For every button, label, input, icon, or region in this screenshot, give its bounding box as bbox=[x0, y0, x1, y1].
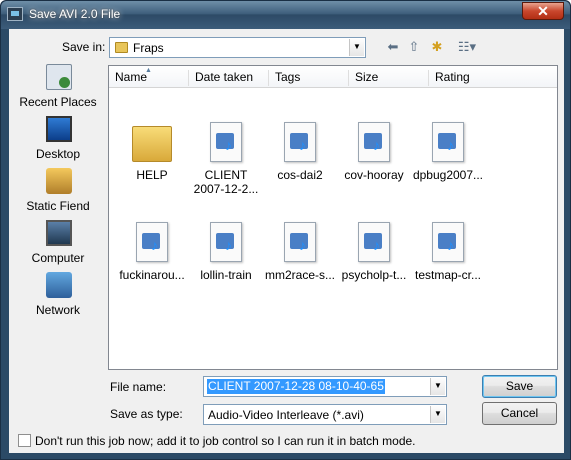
list-item[interactable]: dpbug2007... bbox=[410, 122, 486, 194]
back-button[interactable]: ⬅ bbox=[383, 38, 403, 56]
item-name: HELP bbox=[136, 168, 168, 182]
item-name: testmap-cr... bbox=[414, 268, 482, 282]
video-file-icon bbox=[432, 122, 464, 162]
item-name: cos-dai2 bbox=[277, 168, 323, 182]
video-file-icon bbox=[284, 122, 316, 162]
save-in-value: Fraps bbox=[133, 41, 164, 55]
item-name: psycholp-t... bbox=[341, 268, 407, 282]
batch-mode-checkbox[interactable] bbox=[18, 434, 31, 447]
save-type-label: Save as type: bbox=[110, 407, 183, 421]
dialog-body: Save in: Fraps ▼ ⬅ ⇧ ✱ ☷▾ Recent Places … bbox=[9, 29, 564, 453]
column-name[interactable]: Name ▲ bbox=[109, 67, 189, 86]
list-item[interactable]: HELP bbox=[114, 122, 190, 194]
computer-icon bbox=[46, 220, 72, 246]
list-item[interactable]: fuckinarou... bbox=[114, 222, 190, 294]
user-folder-icon bbox=[46, 168, 72, 194]
place-recent-places[interactable]: Recent Places bbox=[13, 62, 103, 114]
save-type-value: Audio-Video Interleave (*.avi) bbox=[208, 408, 364, 422]
video-file-icon bbox=[432, 222, 464, 262]
item-name: lollin-train bbox=[200, 268, 252, 282]
place-label: Desktop bbox=[35, 147, 81, 161]
folder-icon bbox=[132, 126, 172, 162]
place-desktop[interactable]: Desktop bbox=[13, 114, 103, 166]
file-name-label: File name: bbox=[110, 380, 167, 394]
list-item[interactable]: psycholp-t... bbox=[336, 222, 412, 294]
column-tags[interactable]: Tags bbox=[269, 70, 349, 86]
save-in-label: Save in: bbox=[62, 40, 106, 54]
file-name-value[interactable]: CLIENT 2007-12-28 08-10-40-65 bbox=[207, 379, 385, 394]
save-button[interactable]: Save bbox=[482, 375, 557, 398]
column-header: Name ▲ Date taken Tags Size Rating bbox=[109, 66, 557, 88]
chevron-down-icon[interactable]: ▼ bbox=[430, 378, 445, 395]
places-bar: Recent Places Desktop Static Fiend Compu… bbox=[13, 62, 103, 367]
list-item[interactable]: mm2race-s... bbox=[262, 222, 338, 294]
item-name: mm2race-s... bbox=[264, 268, 335, 282]
list-item[interactable]: cov-hooray bbox=[336, 122, 412, 194]
video-file-icon bbox=[210, 122, 242, 162]
place-label: Static Fiend bbox=[26, 199, 90, 213]
place-network[interactable]: Network bbox=[13, 270, 103, 322]
window-title: Save AVI 2.0 File bbox=[29, 7, 121, 21]
views-menu-button[interactable]: ☷▾ bbox=[452, 38, 482, 56]
desktop-icon bbox=[46, 116, 72, 142]
list-item[interactable]: CLIENT 2007-12-2... bbox=[188, 122, 264, 196]
save-dialog: Save AVI 2.0 File ✕ Save in: Fraps ▼ ⬅ ⇧… bbox=[0, 0, 571, 460]
save-in-combo[interactable]: Fraps ▼ bbox=[109, 37, 366, 58]
up-folder-button[interactable]: ⇧ bbox=[404, 38, 424, 56]
video-file-icon bbox=[136, 222, 168, 262]
column-rating[interactable]: Rating bbox=[429, 70, 509, 86]
column-size[interactable]: Size bbox=[349, 70, 429, 86]
video-file-icon bbox=[358, 222, 390, 262]
column-date-taken[interactable]: Date taken bbox=[189, 70, 269, 86]
cancel-button[interactable]: Cancel bbox=[482, 402, 557, 425]
place-user[interactable]: Static Fiend bbox=[13, 166, 103, 218]
network-icon bbox=[46, 272, 72, 298]
place-label: Recent Places bbox=[19, 95, 97, 109]
folder-icon bbox=[115, 42, 128, 53]
place-label: Network bbox=[35, 303, 80, 317]
title-bar[interactable]: Save AVI 2.0 File ✕ bbox=[1, 1, 570, 29]
close-button[interactable]: ✕ bbox=[522, 2, 564, 20]
video-file-icon bbox=[210, 222, 242, 262]
place-label: Computer bbox=[31, 251, 85, 265]
item-name: cov-hooray bbox=[344, 168, 404, 182]
file-list[interactable]: Name ▲ Date taken Tags Size Rating HELP … bbox=[108, 65, 558, 370]
list-item[interactable]: testmap-cr... bbox=[410, 222, 486, 294]
item-name: fuckinarou... bbox=[119, 268, 185, 282]
list-item[interactable]: cos-dai2 bbox=[262, 122, 338, 194]
app-icon bbox=[7, 7, 23, 21]
list-item[interactable]: lollin-train bbox=[188, 222, 264, 294]
batch-mode-label: Don't run this job now; add it to job co… bbox=[35, 434, 416, 448]
file-name-field[interactable]: CLIENT 2007-12-28 08-10-40-65 ▼ bbox=[203, 376, 447, 397]
video-file-icon bbox=[284, 222, 316, 262]
chevron-down-icon[interactable]: ▼ bbox=[349, 39, 364, 56]
column-label: Name bbox=[115, 70, 148, 84]
save-type-select[interactable]: Audio-Video Interleave (*.avi) ▼ bbox=[203, 404, 447, 425]
recent-places-icon bbox=[46, 64, 72, 90]
chevron-down-icon[interactable]: ▼ bbox=[430, 406, 445, 423]
new-folder-button[interactable]: ✱ bbox=[427, 38, 447, 56]
sort-ascending-icon: ▲ bbox=[145, 67, 152, 74]
item-name: CLIENT 2007-12-2... bbox=[193, 168, 259, 196]
item-name: dpbug2007... bbox=[412, 168, 484, 182]
place-computer[interactable]: Computer bbox=[13, 218, 103, 270]
video-file-icon bbox=[358, 122, 390, 162]
